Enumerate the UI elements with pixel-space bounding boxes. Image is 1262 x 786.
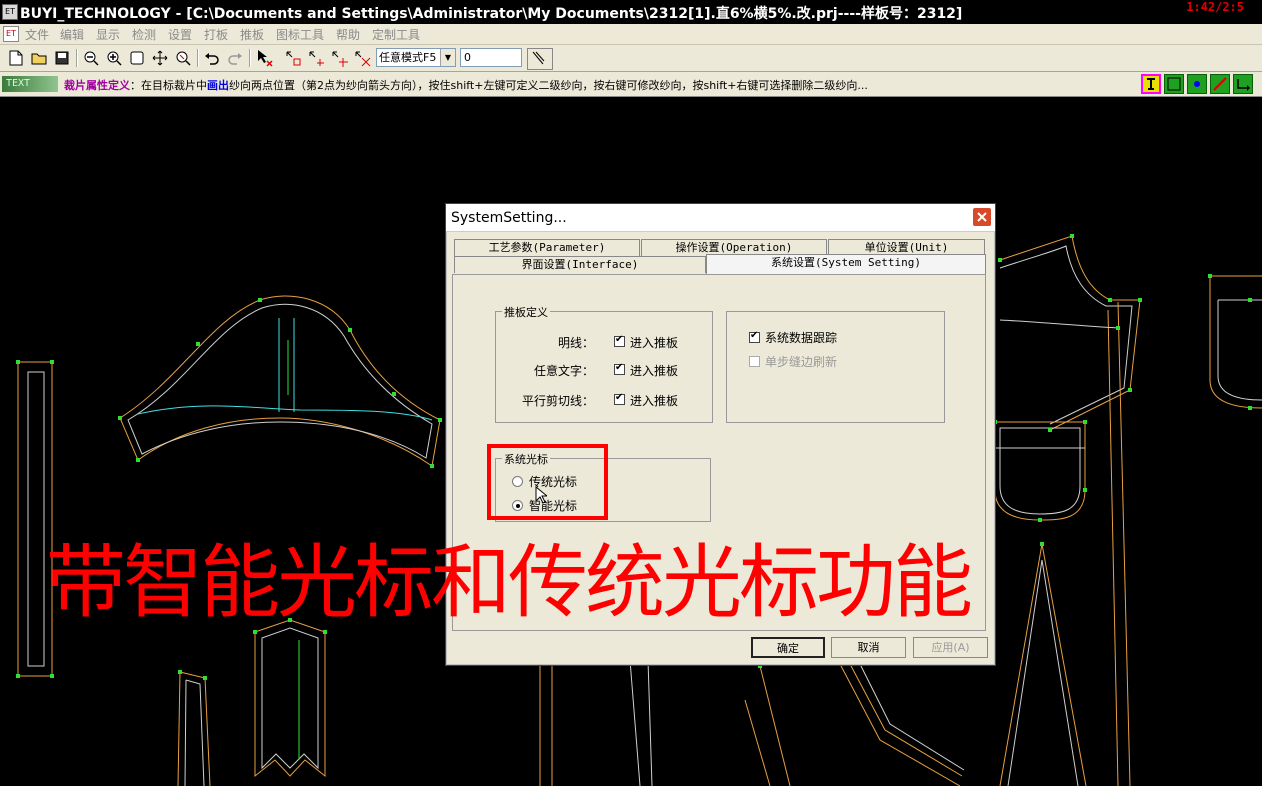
cancel-button[interactable]: 取消: [831, 637, 906, 658]
frame-mode-button[interactable]: [1164, 74, 1184, 94]
dialog-title: SystemSetting...: [451, 210, 567, 226]
open-folder-icon[interactable]: [29, 48, 49, 68]
piece-mode-button[interactable]: [1141, 74, 1161, 94]
menu-pattern[interactable]: 打板: [204, 26, 228, 43]
apply-button: 应用(A): [913, 637, 988, 658]
lower-pattern-pieces[interactable]: [539, 659, 965, 786]
menu-custom-tools[interactable]: 定制工具: [372, 26, 420, 43]
grade-clear-icon[interactable]: [352, 48, 372, 68]
tab-parameter[interactable]: 工艺参数(Parameter): [454, 239, 640, 256]
grading-group-legend: 推板定义: [502, 304, 550, 320]
toolbar-separator: [197, 49, 199, 67]
mode-select[interactable]: 任意模式F5 ▼: [376, 48, 456, 67]
ok-button[interactable]: 确定: [751, 637, 825, 658]
select-delete-icon[interactable]: [255, 48, 275, 68]
overlay-caption: 带智能光标和传统光标功能: [46, 536, 973, 629]
panel-pattern-piece[interactable]: [254, 619, 326, 778]
value-input[interactable]: 0: [460, 48, 522, 67]
menu-edit[interactable]: 编辑: [60, 26, 84, 43]
hint-title: 裁片属性定义: [64, 79, 130, 92]
menu-grading[interactable]: 推板: [240, 26, 264, 43]
menu-help[interactable]: 帮助: [336, 26, 360, 43]
arrow-mode-button[interactable]: [1233, 74, 1253, 94]
pocket-pattern-piece[interactable]: [994, 421, 1086, 521]
save-icon[interactable]: [52, 48, 72, 68]
redo-icon[interactable]: [225, 48, 245, 68]
dart-pattern-piece[interactable]: [999, 543, 1087, 786]
stitch-line-checkbox-label[interactable]: 进入推板: [630, 334, 678, 351]
grade-y-icon[interactable]: [329, 48, 349, 68]
hint-text: 裁片属性定义：在目标裁片中画出纱向两点位置（第2点为纱向箭头方向），按住shif…: [64, 77, 868, 93]
fit-window-icon[interactable]: [127, 48, 147, 68]
grading-group: 推板定义 明线： 进入推板 任意文字： 进入推板 平行剪切线： 进入推板: [495, 304, 713, 423]
grade-point-icon[interactable]: [283, 48, 303, 68]
line-mode-button[interactable]: [1210, 74, 1230, 94]
zoom-area-icon[interactable]: [173, 48, 193, 68]
toolbar: 任意模式F5 ▼ 0: [0, 45, 1262, 72]
pen-icon[interactable]: [527, 48, 553, 70]
hint-bar: TEXT 裁片属性定义：在目标裁片中画出纱向两点位置（第2点为纱向箭头方向），按…: [0, 72, 1262, 97]
menu-view[interactable]: 显示: [96, 26, 120, 43]
undo-icon[interactable]: [202, 48, 222, 68]
app-icon[interactable]: ET: [2, 4, 18, 20]
document-icon[interactable]: ET: [3, 26, 19, 42]
menu-check[interactable]: 检测: [132, 26, 156, 43]
seam-refresh-label: 单步缝边刷新: [765, 355, 838, 369]
hint-emphasis: 画出: [207, 79, 229, 92]
tracking-group: 系统数据跟踪 单步缝边刷新: [726, 311, 945, 423]
menu-bar: ET 文件 编辑 显示 检测 设置 打板 推板 图标工具 帮助 定制工具: [0, 24, 1262, 45]
parallel-cut-checkbox[interactable]: [614, 392, 625, 405]
free-text-checkbox-label[interactable]: 进入推板: [630, 362, 678, 379]
hint-body: 纱向两点位置（第2点为纱向箭头方向），按住shift+左键可定义二级纱向，按右键…: [229, 79, 868, 92]
menu-settings[interactable]: 设置: [168, 26, 192, 43]
text-tool-tag: TEXT: [2, 76, 58, 92]
toolbar-separator: [249, 49, 251, 67]
mode-select-value: 任意模式F5: [379, 51, 437, 64]
mouse-cursor-icon: [535, 486, 547, 504]
window-title: BUYI_TECHNOLOGY - [C:\Documents and Sett…: [20, 6, 963, 22]
tab-system-setting[interactable]: 系统设置(System Setting): [706, 254, 986, 275]
data-tracking-label[interactable]: 系统数据跟踪: [765, 329, 837, 346]
new-file-icon[interactable]: [6, 48, 26, 68]
seam-refresh-checkbox: [749, 356, 760, 367]
zoom-in-icon[interactable]: [104, 48, 124, 68]
menu-icon-tools[interactable]: 图标工具: [276, 26, 324, 43]
parallel-cut-checkbox-label[interactable]: 进入推板: [630, 392, 678, 409]
stitch-line-label: 明线：: [557, 336, 594, 350]
timer-readout: 1:42/2:5: [1186, 0, 1244, 14]
free-text-checkbox[interactable]: [614, 362, 625, 375]
stitch-line-checkbox[interactable]: [614, 334, 625, 347]
collar-pattern-piece[interactable]: [119, 295, 441, 467]
menu-file[interactable]: 文件: [25, 26, 49, 43]
close-icon[interactable]: [972, 207, 992, 227]
highlight-box: [487, 444, 608, 520]
pan-icon[interactable]: [150, 48, 170, 68]
cuff-pattern-piece[interactable]: [1209, 275, 1262, 409]
chevron-down-icon[interactable]: ▼: [440, 49, 455, 66]
dialog-title-bar: SystemSetting...: [446, 204, 995, 232]
data-tracking-checkbox[interactable]: [749, 330, 760, 343]
zoom-out-icon[interactable]: [81, 48, 101, 68]
title-bar: ET BUYI_TECHNOLOGY - [C:\Documents and S…: [0, 0, 1262, 24]
point-mode-button[interactable]: [1187, 74, 1207, 94]
side-pattern-piece[interactable]: [177, 671, 211, 786]
tab-interface[interactable]: 界面设置(Interface): [454, 256, 706, 273]
bodice-pattern-piece[interactable]: [999, 235, 1141, 786]
free-text-label: 任意文字：: [533, 364, 594, 378]
parallel-cut-label: 平行剪切线：: [521, 394, 594, 408]
grade-x-icon[interactable]: [306, 48, 326, 68]
toolbar-separator: [76, 49, 78, 67]
hint-prefix: ：在目标裁片中: [130, 79, 207, 92]
